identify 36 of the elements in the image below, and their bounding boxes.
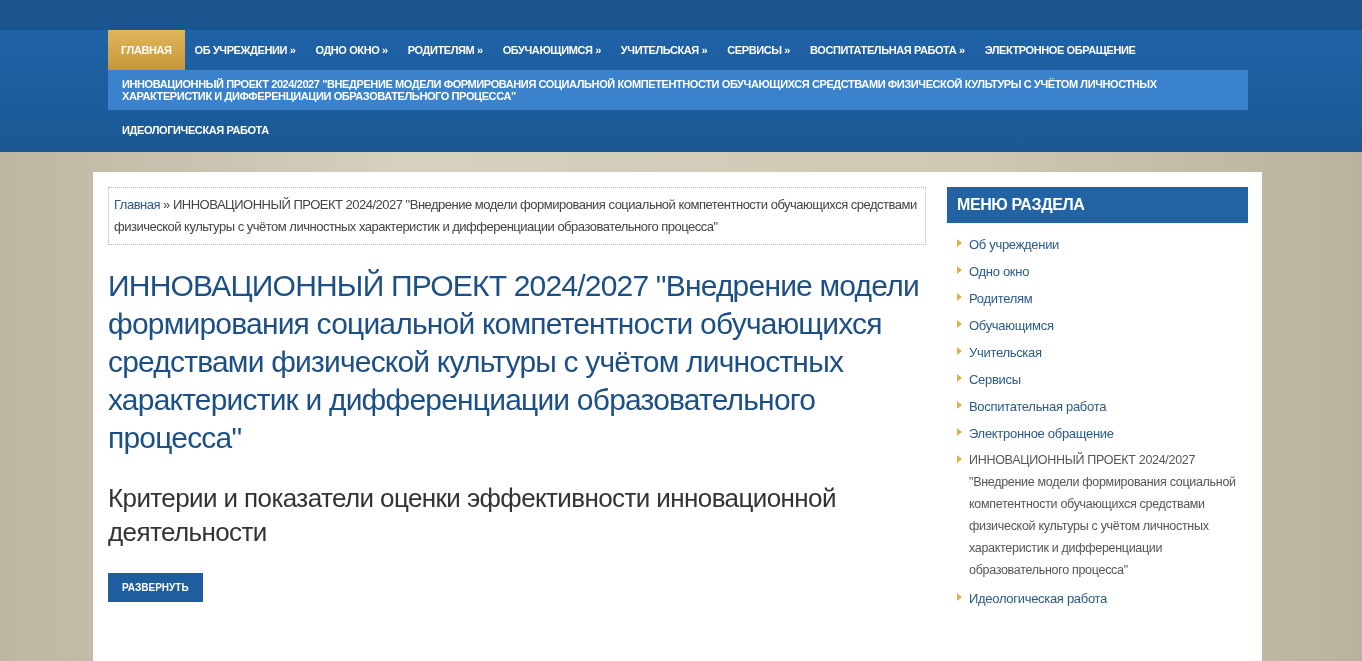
nav-link[interactable]: ВОСПИТАТЕЛЬНАЯ РАБОТА » xyxy=(800,30,975,70)
sidebar-link[interactable]: Обучающимся xyxy=(969,316,1054,335)
nav-link[interactable]: СЕРВИСЫ » xyxy=(717,30,800,70)
sidebar-title: МЕНЮ РАЗДЕЛА xyxy=(947,187,1248,223)
nav-link[interactable]: ИДЕОЛОГИЧЕСКАЯ РАБОТА xyxy=(108,110,1248,150)
sidebar-link[interactable]: Идеологическая работа xyxy=(969,589,1107,608)
sidebar-link[interactable]: Воспитательная работа xyxy=(969,397,1107,416)
sidebar-link[interactable]: Об учреждении xyxy=(969,235,1060,254)
nav-link[interactable]: ОБУЧАЮЩИМСЯ » xyxy=(492,30,611,70)
bullet-triangle-icon xyxy=(957,401,962,409)
nav-link[interactable]: РОДИТЕЛЯМ » xyxy=(397,30,493,70)
sidebar-link[interactable]: Сервисы xyxy=(969,370,1021,389)
nav-link[interactable]: УЧИТЕЛЬСКАЯ » xyxy=(610,30,718,70)
bullet-triangle-icon xyxy=(957,593,962,601)
nav-link[interactable]: ОДНО ОКНО » xyxy=(305,30,398,70)
bullet-triangle-icon xyxy=(957,293,962,301)
bullet-triangle-icon xyxy=(957,320,962,328)
sidebar-link[interactable]: Родителям xyxy=(969,289,1033,308)
bullet-triangle-icon xyxy=(957,374,962,382)
nav-link[interactable]: ЭЛЕКТРОННОЕ ОБРАЩЕНИЕ xyxy=(974,30,1146,70)
bullet-triangle-icon xyxy=(957,239,962,247)
bullet-triangle-icon xyxy=(957,347,962,355)
sidebar-link[interactable]: ИННОВАЦИОННЫЙ ПРОЕКТ 2024/2027 "Внедрение модели формирования социальной компетентности обучающихся средствами физической культуры с учётом личностных характеристик и дифференциации образовательного процесса" xyxy=(969,449,1248,581)
expand-button[interactable]: РАЗВЕРНУТЬ xyxy=(108,573,203,602)
nav-link[interactable]: ОБ УЧРЕЖДЕНИИ » xyxy=(184,30,306,70)
breadcrumb-link[interactable]: Главная xyxy=(114,197,160,212)
page-title: ИННОВАЦИОННЫЙ ПРОЕКТ 2024/2027 "Внедрение модели формирования социальной компетентности обучающихся средствами физической культуры с учётом личностных характеристик и дифференциации образовательного процесса" xyxy=(108,268,920,456)
bullet-triangle-icon xyxy=(957,455,962,463)
section-heading: Критерии и показатели оценки эффективности инновационной деятельности xyxy=(108,482,837,549)
bullet-triangle-icon xyxy=(957,428,962,436)
sidebar-link[interactable]: Электронное обращение xyxy=(969,424,1114,443)
sidebar-link[interactable]: Одно окно xyxy=(969,262,1030,281)
nav-link[interactable]: ИННОВАЦИОННЫЙ ПРОЕКТ 2024/2027 "ВНЕДРЕНИЕ МОДЕЛИ ФОРМИРОВАНИЯ СОЦИАЛЬНОЙ КОМПЕТЕНТНОСТИ ОБУЧАЮЩИХСЯ СРЕДСТВАМИ ФИЗИЧЕСКОЙ КУЛЬТУРЫ С УЧЁТОМ ЛИЧНОСТНЫХ ХАРАКТЕРИСТИК И ДИФФЕРЕНЦИАЦИИ ОБРАЗОВАТЕЛЬНОГО ПРОЦЕССА" xyxy=(108,70,1248,110)
breadcrumb: Главная » ИННОВАЦИОННЫЙ ПРОЕКТ 2024/2027 "Внедрение модели формирования социальной компетентности обучающихся средствами физической культуры с учётом личностных характеристик и дифференциации образовательного процесса" xyxy=(108,187,926,245)
sidebar-link[interactable]: Учительская xyxy=(969,343,1042,362)
bullet-triangle-icon xyxy=(957,266,962,274)
